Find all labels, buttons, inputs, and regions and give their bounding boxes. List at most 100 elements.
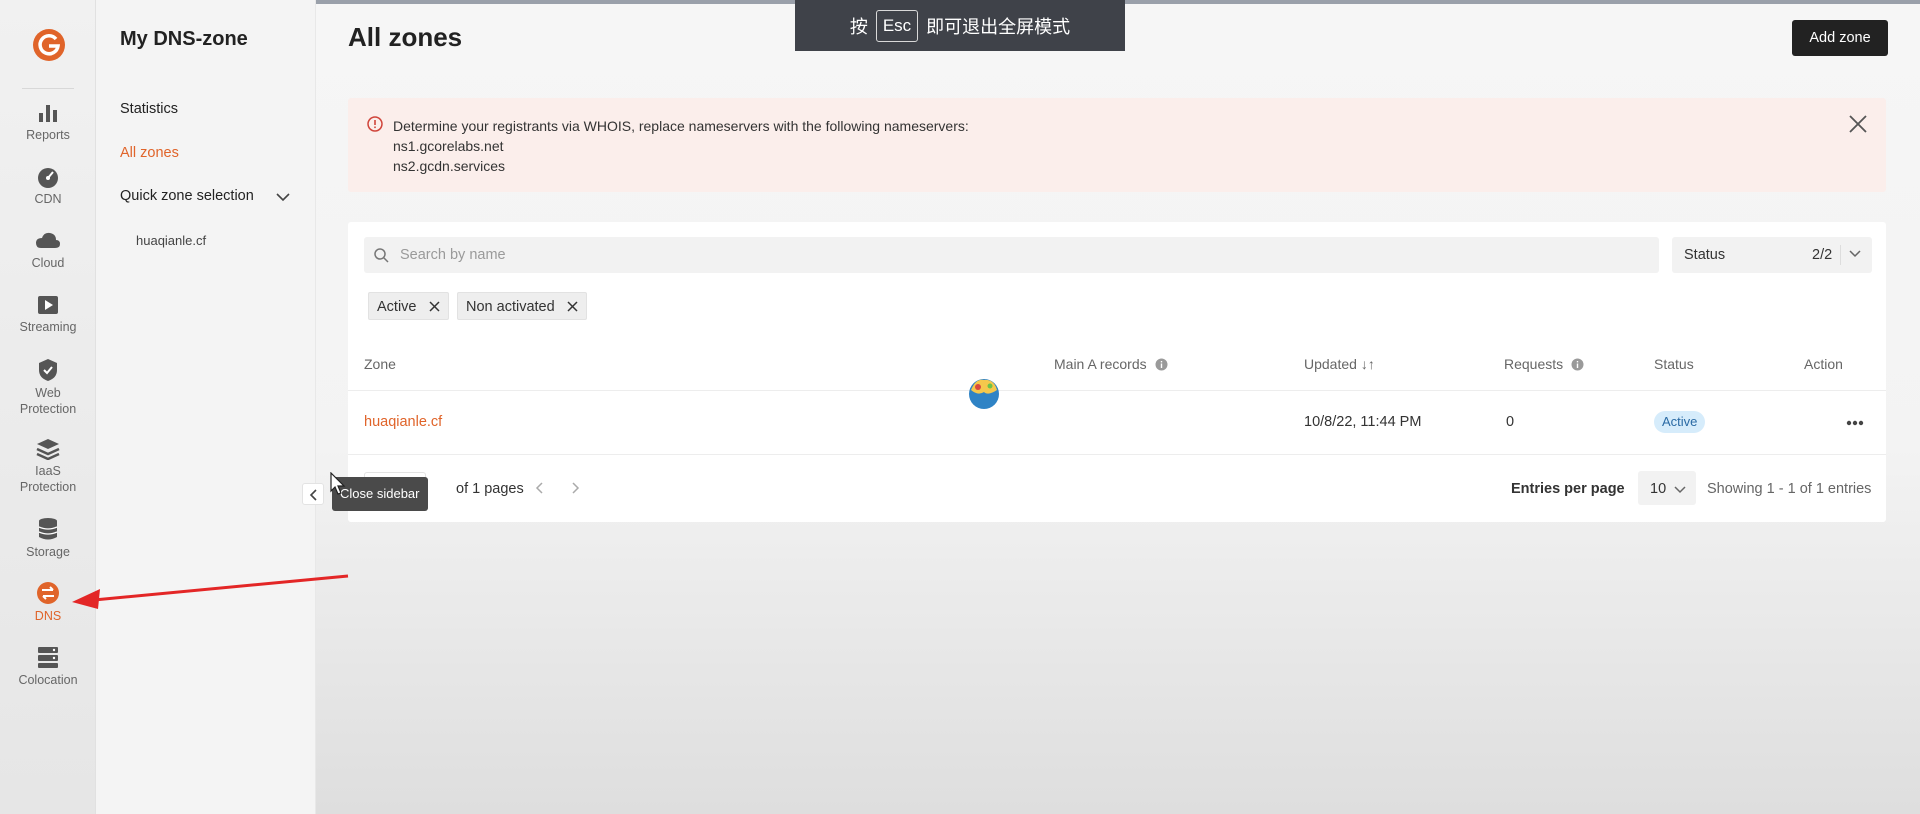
nav-label: Colocation: [18, 673, 78, 687]
page-title: All zones: [348, 22, 463, 52]
nav-label: Streaming: [19, 320, 77, 334]
collapse-sidebar-button[interactable]: [302, 483, 324, 505]
cloud-icon: [36, 232, 60, 248]
column-header-label: Requests: [1504, 356, 1564, 372]
alert-text: Determine your registrants via WHOIS, re…: [393, 116, 969, 176]
mouse-cursor-icon: [330, 472, 346, 495]
divider: [348, 390, 1886, 391]
nav-label-line1: Web: [35, 386, 61, 400]
nav-cloud[interactable]: Cloud: [0, 230, 96, 271]
quick-zone-selection-toggle[interactable]: Quick zone selection: [120, 188, 290, 204]
search-icon: [374, 248, 389, 263]
chip-label: Non activated: [466, 299, 555, 315]
filter-chip-active[interactable]: Active: [368, 292, 449, 320]
nav-web-protection[interactable]: Web Protection: [0, 358, 96, 417]
shield-icon: [39, 359, 57, 381]
alert-circle-icon: [367, 116, 383, 132]
nav-streaming[interactable]: Streaming: [0, 294, 96, 335]
fullscreen-exit-banner: 按 Esc 即可退出全屏模式: [795, 0, 1125, 51]
quick-zone-selection-label: Quick zone selection: [120, 188, 254, 204]
divider: [348, 454, 1886, 455]
divider: [22, 88, 74, 89]
speedometer-icon: [38, 168, 58, 188]
bar-chart-icon: [39, 105, 57, 122]
info-icon[interactable]: [1571, 358, 1584, 371]
nav-label-line1: IaaS: [35, 464, 61, 478]
column-header-updated[interactable]: Updated ↓↑: [1304, 356, 1375, 372]
column-header-label: Updated: [1304, 356, 1357, 372]
server-icon: [38, 647, 58, 668]
alert-ns2: ns2.gcdn.services: [393, 158, 506, 174]
nav-storage[interactable]: Storage: [0, 517, 96, 560]
entries-per-page-value: 10: [1650, 481, 1667, 497]
banner-suffix: 即可退出全屏模式: [926, 16, 1071, 37]
column-header-zone: Zone: [364, 356, 396, 372]
filter-chip-non-activated[interactable]: Non activated: [457, 292, 587, 320]
nameserver-alert: Determine your registrants via WHOIS, re…: [348, 98, 1886, 192]
column-header-action: Action: [1804, 356, 1843, 372]
nav-label: DNS: [34, 609, 62, 623]
chevron-left-icon: [309, 489, 317, 501]
nav-label-line2: Protection: [19, 480, 77, 494]
nav-label: Cloud: [31, 256, 65, 270]
chip-label: Active: [377, 299, 417, 315]
close-sidebar-tooltip: Close sidebar: [332, 477, 428, 511]
layers-icon: [36, 439, 60, 460]
nav-label: CDN: [34, 192, 62, 206]
zones-table-card: Status 2/2 Active Non activated Zone Mai…: [348, 222, 1886, 522]
info-icon[interactable]: [1155, 358, 1168, 371]
column-header-status: Status: [1654, 356, 1694, 372]
column-header-label: Main A records: [1054, 356, 1147, 372]
cell-updated: 10/8/22, 11:44 PM: [1304, 414, 1422, 430]
entries-per-page-select[interactable]: 10: [1638, 471, 1696, 505]
main-nav-rail: Reports CDN Cloud Streaming Web Protecti…: [0, 0, 96, 814]
red-arrow-annotation: [72, 574, 349, 609]
loading-spinner-icon: [969, 379, 999, 409]
sidebar-zone-item[interactable]: huaqianle.cf: [136, 233, 206, 248]
alert-message: Determine your registrants via WHOIS, re…: [393, 118, 969, 134]
nav-label-line2: Protection: [19, 402, 77, 416]
nav-label: Storage: [26, 545, 70, 559]
zone-link[interactable]: huaqianle.cf: [364, 414, 442, 430]
status-filter-select[interactable]: Status 2/2: [1672, 237, 1872, 273]
chevron-down-icon: [1849, 250, 1861, 258]
nav-label: Reports: [26, 128, 70, 142]
chevron-right-icon[interactable]: [570, 482, 580, 494]
chevron-down-icon: [276, 193, 290, 202]
nav-iaas-protection[interactable]: IaaS Protection: [0, 438, 96, 495]
dns-sidebar: My DNS-zone Statistics All zones Quick z…: [96, 0, 316, 814]
sidebar-item-all-zones[interactable]: All zones: [120, 145, 179, 161]
column-header-main-a-records: Main A records: [1054, 356, 1168, 372]
pagination-total: of 1 pages: [456, 481, 524, 497]
cell-requests: 0: [1506, 414, 1515, 430]
nav-colocation[interactable]: Colocation: [0, 645, 96, 688]
sort-icon[interactable]: ↓↑: [1361, 356, 1375, 372]
gcore-logo[interactable]: [32, 28, 66, 62]
status-badge: Active: [1654, 411, 1706, 433]
sidebar-title: My DNS-zone: [120, 28, 248, 50]
dns-icon: [37, 582, 59, 604]
sidebar-item-statistics[interactable]: Statistics: [120, 101, 178, 117]
alert-ns1: ns1.gcorelabs.net: [393, 138, 504, 154]
search-input[interactable]: [400, 237, 1650, 273]
chevron-down-icon: [1674, 486, 1686, 494]
play-icon: [38, 296, 58, 314]
database-icon: [38, 518, 58, 540]
chevron-left-icon[interactable]: [535, 482, 545, 494]
nav-cdn[interactable]: CDN: [0, 166, 96, 207]
status-filter-label: Status: [1684, 247, 1726, 263]
close-icon[interactable]: [1848, 114, 1868, 134]
nav-reports[interactable]: Reports: [0, 102, 96, 143]
status-filter-count: 2/2: [1812, 247, 1833, 263]
column-header-requests: Requests: [1504, 356, 1584, 372]
entries-summary: Showing 1 - 1 of 1 entries: [1707, 481, 1872, 497]
close-icon[interactable]: [567, 301, 578, 312]
table-row: huaqianle.cf: [364, 414, 442, 430]
divider: [1840, 245, 1841, 265]
add-zone-button[interactable]: Add zone: [1792, 20, 1888, 56]
close-icon[interactable]: [429, 301, 440, 312]
more-horizontal-icon[interactable]: [1846, 420, 1864, 426]
esc-key: Esc: [875, 9, 919, 42]
banner-prefix: 按: [849, 16, 868, 37]
search-box[interactable]: [364, 237, 1659, 273]
